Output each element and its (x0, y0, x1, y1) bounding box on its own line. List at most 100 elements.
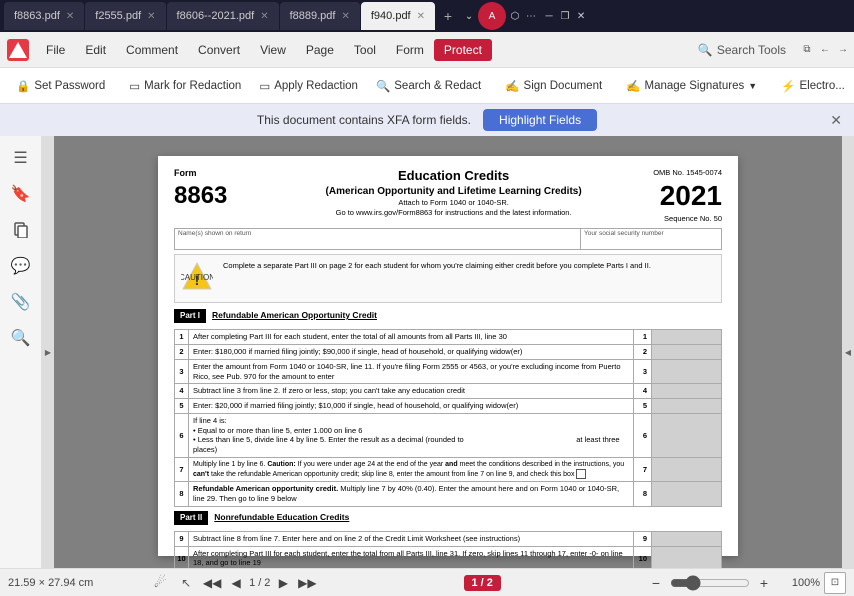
part1-header-row: Part I Refundable American Opportunity C… (174, 309, 722, 326)
tab-label: f2555.pdf (95, 10, 141, 22)
mark-for-redaction-button[interactable]: ▭ Mark for Redaction (121, 75, 249, 97)
menu-form[interactable]: Form (386, 39, 434, 61)
set-password-button[interactable]: 🔒 Set Password (8, 75, 113, 97)
line-number: 9 (634, 531, 652, 546)
electronic-label: Electro... (799, 80, 844, 92)
zoom-slider[interactable] (670, 575, 750, 591)
row-description: Enter: $20,000 if married filing jointly… (189, 399, 634, 414)
redaction-mark-icon: ▭ (129, 79, 140, 93)
row-description: Multiply line 1 by line 6. Caution: If y… (189, 457, 634, 481)
row-number: 7 (175, 457, 189, 481)
part2-header-row: Part II Nonrefundable Education Credits (174, 511, 722, 528)
manage-signatures-button[interactable]: ✍ Manage Signatures ▼ (618, 75, 765, 97)
right-panel-collapse-btn[interactable]: ◀ (842, 136, 854, 568)
tab-f8863[interactable]: f8863.pdf ✕ (4, 2, 84, 30)
line-number: 3 (634, 359, 652, 384)
menu-edit[interactable]: Edit (75, 39, 116, 61)
external-link-btn[interactable]: ⧉ (800, 43, 814, 57)
apply-redaction-button[interactable]: ▭ Apply Redaction (251, 75, 366, 97)
electronic-button[interactable]: ⚡ Electro... (773, 75, 853, 97)
menu-comment[interactable]: Comment (116, 39, 188, 61)
table-row: 4 Subtract line 3 from line 2. If zero o… (175, 384, 722, 399)
first-page-button[interactable]: ◀◀ (201, 572, 223, 594)
signatures-icon: ✍ (626, 79, 640, 93)
tab-label: f8889.pdf (290, 10, 336, 22)
sidebar-pages-icon[interactable] (5, 214, 37, 246)
table-row: 9 Subtract line 8 from line 7. Enter her… (175, 531, 722, 546)
tab-f8606[interactable]: f8606--2021.pdf ✕ (167, 2, 279, 30)
sidebar-comment-icon[interactable]: 💬 (5, 250, 37, 282)
restore-btn[interactable]: ❐ (558, 9, 572, 23)
line-number: 1 (634, 330, 652, 345)
row-description: Enter the amount from Form 1040 or 1040-… (189, 359, 634, 384)
tab-overflow-btn[interactable]: ⌄ (462, 9, 476, 23)
hand-tool-button[interactable]: ☄ (149, 572, 171, 594)
dropdown-arrow-icon: ▼ (748, 81, 757, 91)
new-tab-button[interactable]: + (436, 4, 460, 28)
row-description: Enter: $180,000 if married filing jointl… (189, 345, 634, 360)
part1-title: Refundable American Opportunity Credit (212, 310, 377, 321)
name-label: Name(s) shown on return (178, 230, 577, 238)
sign-document-button[interactable]: ✍ Sign Document (497, 75, 610, 97)
part1-label: Part I (174, 309, 206, 323)
sign-icon: ✍ (505, 79, 519, 93)
fit-page-button[interactable]: ⊡ (824, 572, 846, 594)
apply-redaction-label: Apply Redaction (274, 80, 358, 92)
menu-tool[interactable]: Tool (344, 39, 386, 61)
menu-file[interactable]: File (36, 39, 75, 61)
omb-area: OMB No. 1545-0074 2021 Sequence No. 50 (653, 168, 722, 224)
row-description: If line 4 is:• Equal to or more than lin… (189, 413, 634, 457)
search-tools-button[interactable]: 🔍 Search Tools (688, 39, 796, 61)
menu-protect[interactable]: Protect (434, 39, 492, 61)
ssn-label: Your social security number (584, 230, 718, 238)
search-redact-button[interactable]: 🔍 Search & Redact (368, 75, 489, 97)
next-page-button[interactable]: ▶ (272, 572, 294, 594)
cursor-tool-button[interactable]: ↖ (175, 572, 197, 594)
more-options-btn[interactable]: ⋯ (524, 9, 538, 23)
set-password-label: Set Password (34, 80, 105, 92)
row-number: 6 (175, 413, 189, 457)
page-navigation: ◀◀ ◀ 1 / 2 ▶ ▶▶ (201, 572, 318, 594)
part2-table: 9 Subtract line 8 from line 7. Enter her… (174, 531, 722, 568)
menu-page[interactable]: Page (296, 39, 344, 61)
menu-view[interactable]: View (250, 39, 296, 61)
forward-btn[interactable]: → (836, 43, 850, 57)
highlight-fields-button[interactable]: Highlight Fields (483, 109, 597, 131)
sidebar-search-icon[interactable]: 🔍 (5, 322, 37, 354)
zoom-in-button[interactable]: + (754, 573, 774, 593)
notification-close-button[interactable]: ✕ (830, 112, 842, 129)
sidebar-panel-toggle[interactable]: ☰ (5, 142, 37, 174)
tab-f940[interactable]: f940.pdf ✕ (361, 2, 435, 30)
tax-year: 2021 (653, 178, 722, 214)
row-number: 5 (175, 399, 189, 414)
tab-f2555[interactable]: f2555.pdf ✕ (85, 2, 165, 30)
tab-close-1[interactable]: ✕ (66, 11, 74, 22)
tab-close-3[interactable]: ✕ (260, 11, 268, 22)
ssn-cell: Your social security number (581, 229, 721, 249)
tab-f8889[interactable]: f8889.pdf ✕ (280, 2, 360, 30)
row-description: Subtract line 8 from line 7. Enter here … (189, 531, 634, 546)
form-subtitle: (American Opportunity and Lifetime Learn… (254, 185, 653, 198)
protect-toolbar: 🔒 Set Password ▭ Mark for Redaction ▭ Ap… (0, 68, 854, 104)
sidebar-bookmark-icon[interactable]: 🔖 (5, 178, 37, 210)
back-btn[interactable]: ← (818, 43, 832, 57)
name-cell: Name(s) shown on return (175, 229, 581, 249)
minimize-btn[interactable]: ─ (542, 9, 556, 23)
tab-close-2[interactable]: ✕ (147, 11, 155, 22)
last-page-button[interactable]: ▶▶ (296, 572, 318, 594)
main-area: ☰ 🔖 💬 📎 🔍 ▶ Form 8863 Education Credits … (0, 136, 854, 568)
share-btn[interactable]: ⬡ (508, 9, 522, 23)
table-row: 1 After completing Part III for each stu… (175, 330, 722, 345)
name-ssn-row: Name(s) shown on return Your social secu… (174, 228, 722, 250)
left-panel-collapse-btn[interactable]: ▶ (42, 136, 54, 568)
close-btn[interactable]: ✕ (574, 9, 588, 23)
zoom-out-button[interactable]: − (646, 573, 666, 593)
sidebar-attachment-icon[interactable]: 📎 (5, 286, 37, 318)
row-number: 4 (175, 384, 189, 399)
menubar: File Edit Comment Convert View Page Tool… (0, 32, 854, 68)
tab-close-4[interactable]: ✕ (341, 11, 349, 22)
prev-page-button[interactable]: ◀ (225, 572, 247, 594)
menu-convert[interactable]: Convert (188, 39, 250, 61)
document-area: Form 8863 Education Credits (American Op… (54, 136, 842, 568)
tab-close-5[interactable]: ✕ (417, 11, 425, 22)
